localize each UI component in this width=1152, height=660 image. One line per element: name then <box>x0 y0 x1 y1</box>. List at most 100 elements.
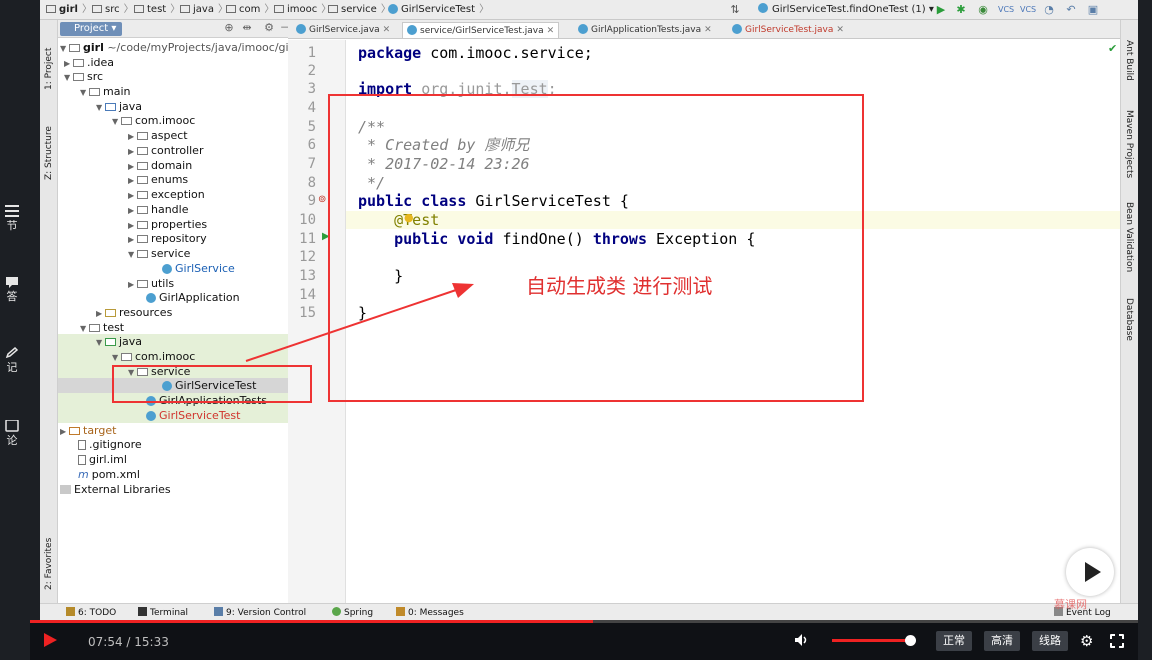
tool-tab-label: Database <box>1124 298 1134 341</box>
editor-tab[interactable]: GirlServiceTest.java ✕ <box>728 22 848 38</box>
tool-button-version-control[interactable]: 9: Version Control <box>214 607 306 618</box>
tree-item[interactable]: ▶ .idea <box>58 55 288 70</box>
breadcrumb-label: java <box>193 4 214 15</box>
folder-icon <box>92 5 102 13</box>
tree-item[interactable]: GirlService <box>58 261 288 276</box>
editor-tab[interactable]: GirlApplicationTests.java ✕ <box>574 22 716 38</box>
quality-button[interactable]: 高清 <box>984 631 1020 651</box>
gear-icon[interactable]: ⚙ <box>262 21 276 35</box>
close-icon[interactable]: ✕ <box>836 25 844 35</box>
tool-tab-label: Z: Structure <box>44 126 54 180</box>
debug-icon[interactable]: ✱ <box>954 3 968 17</box>
breadcrumb-service[interactable]: service 〉 <box>328 4 391 16</box>
breadcrumb-class[interactable]: GirlServiceTest 〉 <box>388 4 489 16</box>
tree-item[interactable]: ▶ controller <box>58 143 288 158</box>
tool-button-spring[interactable]: Spring <box>332 607 373 618</box>
check-icon: ✔ <box>1108 42 1118 55</box>
volume-slider[interactable] <box>832 635 916 646</box>
tree-item[interactable]: ▶ aspect <box>58 128 288 143</box>
override-marker-icon[interactable]: ⊚ <box>318 194 326 205</box>
tree-item[interactable]: ▶ repository <box>58 231 288 246</box>
tree-item[interactable]: ▶ properties <box>58 217 288 232</box>
course-sidebar-item-chapters[interactable]: 节 <box>0 205 24 232</box>
breadcrumb-java[interactable]: java 〉 <box>180 4 228 16</box>
run-icon[interactable]: ▶ <box>934 3 948 17</box>
tree-item[interactable]: ▶ resources <box>58 305 288 320</box>
breadcrumb-test[interactable]: test 〉 <box>134 4 180 16</box>
course-sidebar-item-qa[interactable]: 答 <box>0 276 24 303</box>
volume-icon[interactable] <box>794 633 810 647</box>
project-view-select[interactable]: Project ▾ <box>60 22 123 36</box>
run-configuration-select[interactable]: GirlServiceTest.findOneTest (1) ▾ <box>758 3 934 17</box>
editor-tab-active[interactable]: service/GirlServiceTest.java ✕ <box>402 22 560 38</box>
close-icon[interactable]: ✕ <box>704 25 712 35</box>
tool-button-todo[interactable]: 6: TODO <box>66 607 116 618</box>
play-icon[interactable] <box>42 632 58 648</box>
tree-item[interactable]: ▼ main <box>58 84 288 99</box>
tree-item[interactable]: ▼ com.imooc <box>58 113 288 128</box>
tree-item[interactable]: ▼ src <box>58 69 288 84</box>
tool-tab-maven[interactable]: Maven Projects <box>1122 110 1138 190</box>
course-sidebar-item-discuss[interactable]: 论 <box>0 420 24 447</box>
project-structure-icon[interactable]: ▣ <box>1086 3 1100 17</box>
speed-button[interactable]: 正常 <box>936 631 972 651</box>
collapse-all-icon[interactable]: ⇹ <box>240 21 254 35</box>
tool-button-label: 6: TODO <box>78 608 117 618</box>
volume-knob[interactable] <box>904 635 916 646</box>
line-number: 11 <box>299 231 316 247</box>
tool-tab-structure[interactable]: Z: Structure <box>41 126 57 250</box>
course-sidebar-item-notes[interactable]: 记 <box>0 347 24 374</box>
tree-item[interactable]: ▶ target <box>58 423 288 438</box>
fullscreen-icon[interactable] <box>1109 633 1125 649</box>
tree-item[interactable]: ▶ utils <box>58 276 288 291</box>
sort-icon[interactable]: ⇅ <box>728 3 742 17</box>
tree-item[interactable]: ▼ java <box>58 334 288 349</box>
tree-item[interactable]: m pom.xml <box>58 467 288 482</box>
coverage-icon[interactable]: ◉ <box>976 3 990 17</box>
breadcrumb-imooc[interactable]: imooc 〉 <box>274 4 331 16</box>
library-icon <box>60 485 71 494</box>
editor-tab[interactable]: GirlService.java ✕ <box>292 22 394 38</box>
tree-item[interactable]: ▶ exception <box>58 187 288 202</box>
tree-item[interactable]: ▶ domain <box>58 158 288 173</box>
tool-button-terminal[interactable]: Terminal <box>138 607 188 618</box>
play-overlay-button[interactable] <box>1066 548 1114 596</box>
tree-item-label: service <box>151 247 191 260</box>
tree-item[interactable]: girl.iml <box>58 452 288 467</box>
tree-item[interactable]: ▶ enums <box>58 172 288 187</box>
scroll-from-source-icon[interactable]: ⊕ <box>222 21 236 35</box>
line-number: 6 <box>307 137 316 153</box>
breadcrumb-com[interactable]: com 〉 <box>226 4 274 16</box>
tree-item[interactable]: ▼ test <box>58 320 288 335</box>
test-class-icon <box>407 25 417 35</box>
breadcrumb-girl[interactable]: girl 〉 <box>46 4 92 16</box>
tree-item[interactable]: GirlApplication <box>58 290 288 305</box>
progress-bar[interactable] <box>30 620 1138 623</box>
route-button[interactable]: 线路 <box>1032 631 1068 651</box>
tree-item[interactable]: ▼ java <box>58 99 288 114</box>
tree-item[interactable]: ▶ handle <box>58 202 288 217</box>
revert-icon[interactable]: ↶ <box>1064 3 1078 17</box>
tree-item[interactable]: ▼ girl ~/code/myProjects/java/imooc/gi <box>58 40 289 55</box>
history-icon[interactable]: ◔ <box>1042 3 1056 17</box>
tree-item[interactable]: ▼ com.imooc <box>58 349 288 364</box>
tree-item-label: enums <box>151 173 189 186</box>
tree-item[interactable]: .gitignore <box>58 437 288 452</box>
gear-icon[interactable]: ⚙ <box>1080 633 1096 649</box>
tool-tab-bean-validation[interactable]: Bean Validation <box>1122 202 1138 282</box>
folder-icon <box>274 5 284 13</box>
breadcrumb-src[interactable]: src 〉 <box>92 4 134 16</box>
tool-button-messages[interactable]: 0: Messages <box>396 607 464 618</box>
tree-item[interactable]: External Libraries <box>58 482 288 497</box>
tool-tab-ant-build[interactable]: Ant Build <box>1122 40 1138 100</box>
close-icon[interactable]: ✕ <box>383 25 391 35</box>
vcs-update-icon[interactable]: VCS <box>998 3 1014 17</box>
vcs-commit-icon[interactable]: VCS <box>1020 3 1036 17</box>
package-icon <box>137 206 148 214</box>
tree-item[interactable]: GirlServiceTest <box>58 408 288 423</box>
close-icon[interactable]: ✕ <box>547 26 555 36</box>
tree-item[interactable]: ▼ service <box>58 246 288 261</box>
tool-tab-database[interactable]: Database <box>1122 298 1138 358</box>
course-sidebar: 节 答 记 论 <box>0 0 30 620</box>
package-icon <box>137 221 148 229</box>
